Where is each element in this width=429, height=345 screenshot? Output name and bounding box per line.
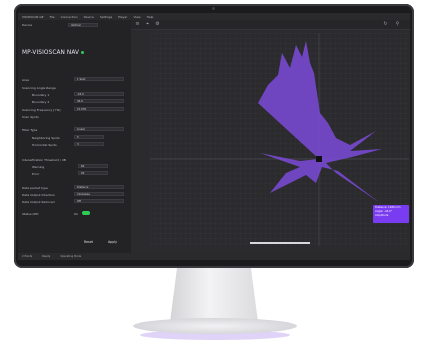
neighboring-field[interactable]: 5 xyxy=(74,135,104,139)
boundary1-field[interactable]: -45.0 xyxy=(74,92,124,96)
h-scrollbar[interactable] xyxy=(250,242,310,244)
led-toggle[interactable] xyxy=(82,211,90,215)
packet-select[interactable]: Distance xyxy=(74,185,124,189)
settings-icon[interactable]: ⚙ xyxy=(155,22,160,27)
area-field[interactable]: 1 Spot xyxy=(74,77,124,81)
row-label: Data Output Reduced xyxy=(22,200,55,204)
menu-connection[interactable]: Connection xyxy=(61,15,78,19)
row-label: Warning xyxy=(32,165,45,169)
status-left: 2 Points xyxy=(22,255,33,258)
filter-select[interactable]: Linear xyxy=(74,127,124,131)
row-label: Area xyxy=(22,78,29,82)
settings-sidebar: Device Vertical MP-VISIOSCAN NAV Area 1 … xyxy=(18,20,132,260)
app-name: VISIOSCAN GE xyxy=(22,14,44,19)
scan-plot[interactable] xyxy=(150,33,409,246)
monitor-base xyxy=(133,318,297,334)
direction-select[interactable]: Clockwise xyxy=(74,192,124,196)
menu-help[interactable]: Help xyxy=(147,15,154,19)
boundary2-field[interactable]: 45.0 xyxy=(74,99,124,103)
row-label: Scanning Frequency [ Hz] xyxy=(22,108,61,112)
scan-view: ≡ ⌖ ⚙ ↻ ⚲ Distance: 1489 mm Angle: -44.6… xyxy=(131,20,410,260)
row-label: Data Output Direction xyxy=(22,193,56,197)
row-label: Horizontal Spots xyxy=(32,143,57,147)
app-screen: VISIOSCAN GE File Connection Device Sett… xyxy=(18,13,410,260)
status-dot xyxy=(81,51,85,54)
menu-settings[interactable]: Settings xyxy=(100,15,112,19)
menu-file[interactable]: File xyxy=(50,15,55,19)
monitor-stand xyxy=(170,268,258,322)
row-label: Scanning Angle Range xyxy=(22,86,56,90)
row-label: Filter Type xyxy=(22,128,38,132)
row-label: Neighboring Spots xyxy=(32,136,60,140)
status-mid: Ready xyxy=(42,255,51,258)
row-label: Error xyxy=(32,172,40,176)
page-title: MP-VISIOSCAN NAV xyxy=(22,50,85,56)
row-label: Boundary 2 xyxy=(32,100,50,104)
device-select[interactable]: Vertical xyxy=(68,23,98,27)
plot-toolbar: ≡ ⌖ ⚙ ↻ ⚲ xyxy=(131,20,410,30)
row-label: Status LED xyxy=(22,212,39,216)
reduced-select[interactable]: Off xyxy=(74,199,124,203)
row-label: Scan Spots xyxy=(22,115,39,119)
row-label: Data packet type xyxy=(22,186,48,190)
row-label: Boundary 1 xyxy=(32,93,50,97)
error-field[interactable]: 20 xyxy=(78,171,108,175)
zoom-icon[interactable]: ⚲ xyxy=(395,22,400,27)
led-value: On xyxy=(74,212,79,216)
status-right: Operating Mode xyxy=(60,255,82,258)
camera-dot xyxy=(212,7,215,10)
tooltip-amplitude: Amplitude xyxy=(375,214,389,217)
measurement-tooltip: Distance: 1489 mm Angle: -44.6° Amplitud… xyxy=(373,205,409,223)
refresh-icon[interactable]: ↻ xyxy=(383,22,388,27)
plot-grid xyxy=(150,33,409,246)
frequency-field[interactable]: 21.0Hz xyxy=(74,107,124,111)
sensor-marker xyxy=(316,156,322,162)
menu-view[interactable]: View xyxy=(134,15,141,19)
row-label: Intensification Threshold / dB xyxy=(22,158,66,162)
status-bar: 2 Points Ready Operating Mode xyxy=(18,253,410,260)
monitor-frame: VISIOSCAN GE File Connection Device Sett… xyxy=(14,4,414,268)
device-label: Device xyxy=(22,23,33,27)
menu-player[interactable]: Player xyxy=(118,15,127,19)
horizontal-field[interactable]: 3 xyxy=(74,142,104,146)
menu-bar: VISIOSCAN GE File Connection Device Sett… xyxy=(18,13,410,20)
menu-device[interactable]: Device xyxy=(84,15,94,19)
menu-icon[interactable]: ≡ xyxy=(135,22,140,27)
apply-button[interactable]: Apply xyxy=(108,240,117,244)
crosshair-icon[interactable]: ⌖ xyxy=(145,22,150,27)
warning-field[interactable]: 60 xyxy=(78,164,108,168)
reset-button[interactable]: Reset xyxy=(84,240,93,244)
